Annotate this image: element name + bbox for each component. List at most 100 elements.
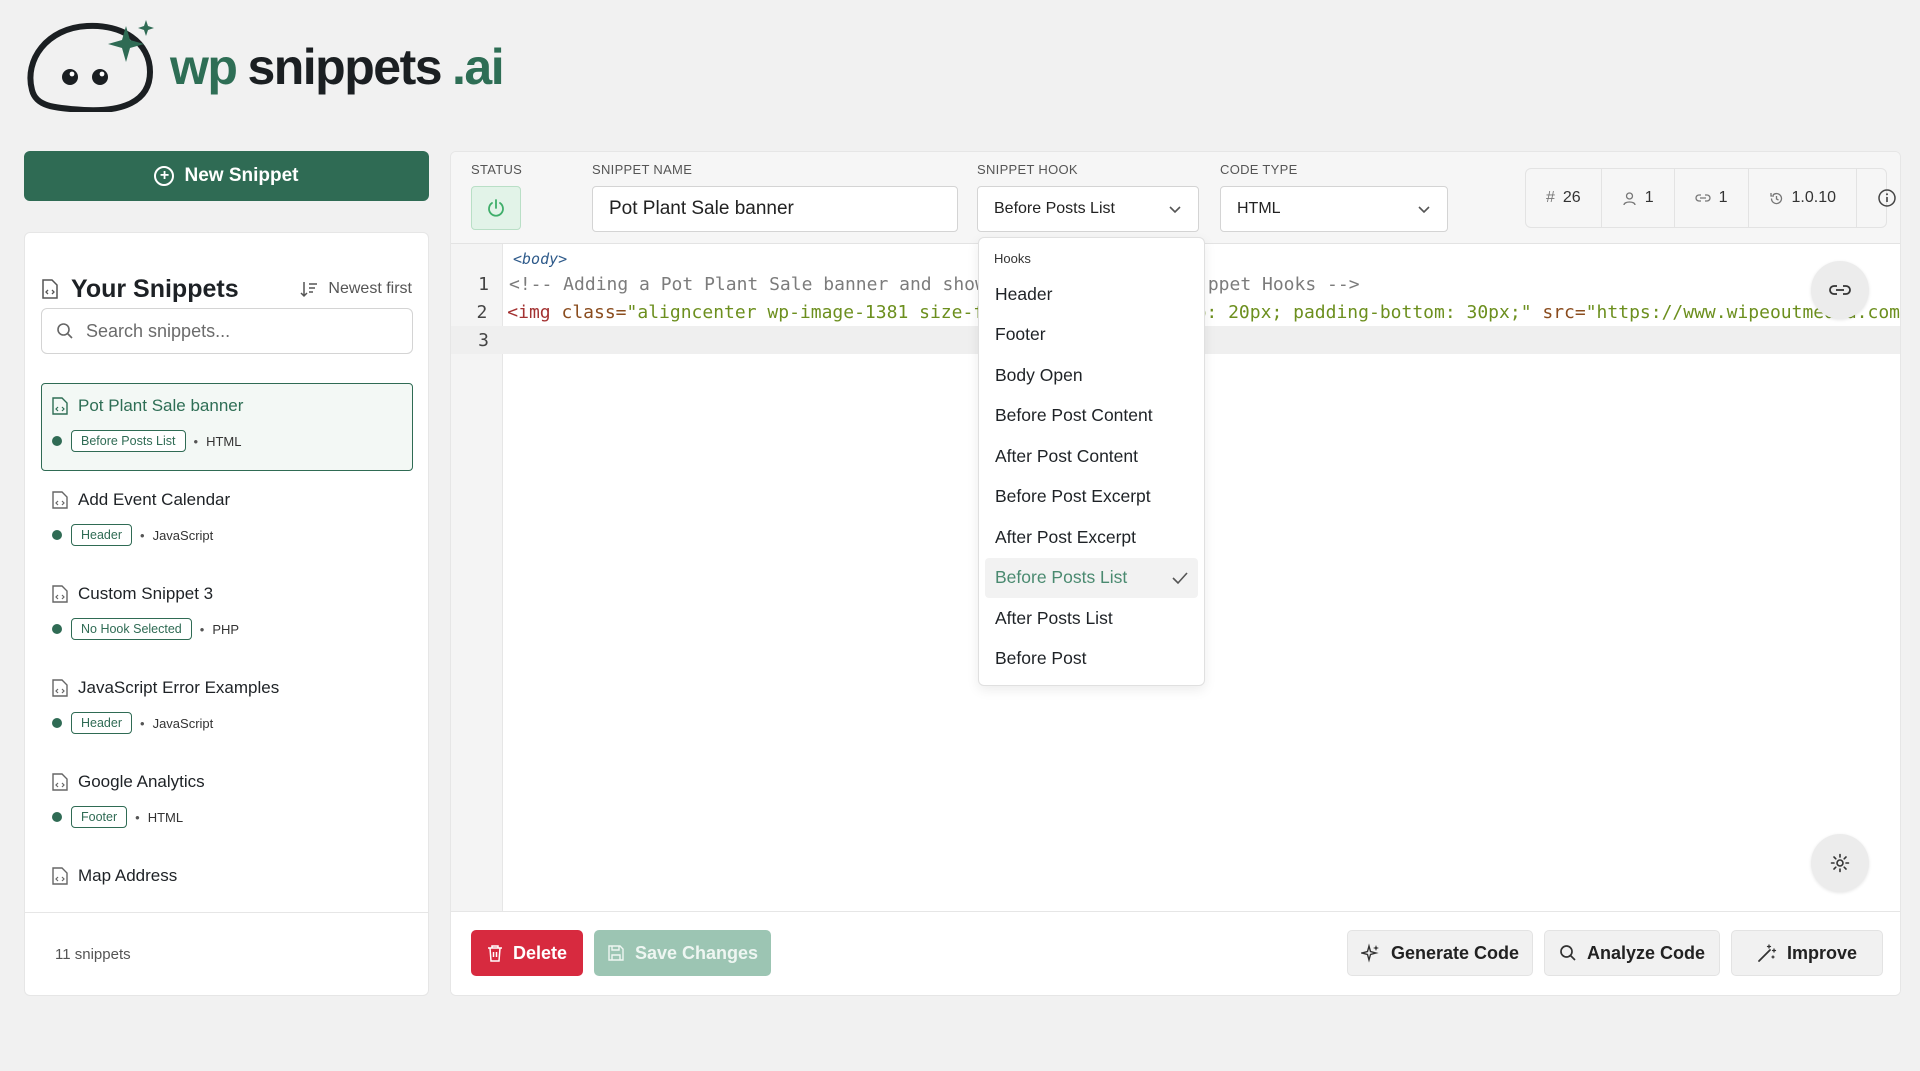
- hook-option-after-posts-list[interactable]: After Posts List: [985, 598, 1198, 639]
- hook-option-after-post-content[interactable]: After Post Content: [985, 436, 1198, 477]
- magic-wand-icon: [1758, 944, 1777, 962]
- logo: wp snippets .ai: [22, 20, 522, 112]
- sparkles-icon: [1360, 943, 1379, 963]
- hook-badge: Header: [71, 524, 132, 546]
- status-dot: [52, 530, 62, 540]
- snippet-list: Pot Plant Sale banner Before Posts List …: [41, 383, 413, 909]
- search-icon: [57, 323, 73, 339]
- snippet-stats: # 26 1 1 1.0.10: [1525, 168, 1896, 228]
- hook-option-before-posts-list[interactable]: Before Posts List: [985, 557, 1198, 598]
- file-code-icon: [52, 397, 68, 415]
- snippet-id-stat: # 26: [1526, 169, 1602, 227]
- share-link-button[interactable]: [1811, 261, 1869, 319]
- status-dot: [52, 812, 62, 822]
- status-dot: [52, 436, 62, 446]
- snippet-name: JavaScript Error Examples: [78, 678, 280, 697]
- snippets-sidebar: Your Snippets Newest first Pot Plant Sal…: [24, 232, 429, 996]
- list-item[interactable]: Pot Plant Sale banner Before Posts List …: [41, 383, 413, 471]
- snippet-name-label: SNIPPET NAME: [592, 162, 693, 177]
- chevron-down-icon: [1169, 206, 1181, 214]
- snippet-hook-label: SNIPPET HOOK: [977, 162, 1078, 177]
- file-code-icon: [52, 491, 68, 509]
- hook-option-header[interactable]: Header: [985, 274, 1198, 315]
- file-code-icon: [52, 773, 68, 791]
- search-input[interactable]: [86, 320, 386, 342]
- snippet-name: Pot Plant Sale banner: [78, 396, 244, 415]
- brand-name: wp snippets .ai: [170, 39, 505, 95]
- hash-icon: #: [1546, 189, 1555, 206]
- editor-breadcrumb: <body>: [513, 250, 568, 268]
- link-icon: [1829, 285, 1851, 295]
- snippet-toolbar: STATUS SNIPPET NAME SNIPPET HOOK Before …: [451, 152, 1900, 244]
- file-code-icon: [52, 679, 68, 697]
- power-icon: [488, 199, 504, 217]
- gear-icon: [1830, 853, 1850, 873]
- editor-settings-button[interactable]: [1811, 834, 1869, 892]
- list-item[interactable]: Custom Snippet 3 No Hook Selected • PHP: [41, 571, 413, 659]
- save-icon: [608, 945, 624, 961]
- users-stat: 1: [1602, 169, 1675, 227]
- hook-option-before-post-excerpt[interactable]: Before Post Excerpt: [985, 477, 1198, 518]
- list-item[interactable]: Google Analytics Footer • HTML: [41, 759, 413, 847]
- hook-badge: No Hook Selected: [71, 618, 192, 640]
- file-code-icon: [52, 585, 68, 603]
- analyze-code-button[interactable]: Analyze Code: [1544, 930, 1720, 976]
- logo-mascot-icon: [27, 20, 154, 112]
- hook-badge: Header: [71, 712, 132, 734]
- code-type: JavaScript: [152, 527, 214, 543]
- hook-option-body-open[interactable]: Body Open: [985, 355, 1198, 396]
- link-icon: [1695, 194, 1711, 202]
- status-label: STATUS: [471, 162, 523, 177]
- user-icon: [1623, 191, 1636, 205]
- code-type: JavaScript: [152, 715, 214, 731]
- snippet-name: Google Analytics: [78, 772, 205, 791]
- sidebar-title: Your Snippets: [71, 274, 239, 303]
- status-dot: [52, 718, 62, 728]
- hook-option-before-post[interactable]: Before Post: [985, 639, 1198, 680]
- sort-icon: [300, 282, 318, 298]
- hook-badge: Before Posts List: [71, 430, 186, 452]
- code-type: PHP: [212, 621, 240, 637]
- save-changes-button[interactable]: Save Changes: [594, 930, 771, 976]
- chevron-down-icon: [1418, 206, 1430, 214]
- snippet-name-input[interactable]: [592, 186, 958, 232]
- hook-option-before-post-content[interactable]: Before Post Content: [985, 396, 1198, 437]
- snippet-hook-select[interactable]: Before Posts List: [977, 186, 1199, 232]
- snippet-name: Custom Snippet 3: [78, 584, 214, 603]
- check-icon: [1172, 572, 1188, 584]
- file-code-icon: [42, 279, 58, 299]
- status-toggle[interactable]: [471, 186, 521, 230]
- improve-button[interactable]: Improve: [1731, 930, 1883, 976]
- code-type-label: CODE TYPE: [1220, 162, 1298, 177]
- delete-button[interactable]: Delete: [471, 930, 583, 976]
- list-item[interactable]: Add Event Calendar Header • JavaScript: [41, 477, 413, 565]
- generate-code-button[interactable]: Generate Code: [1347, 930, 1533, 976]
- sort-toggle[interactable]: Newest first: [300, 280, 412, 298]
- info-icon: [1878, 189, 1896, 207]
- snippet-name: Add Event Calendar: [78, 490, 231, 509]
- list-item[interactable]: JavaScript Error Examples Header • JavaS…: [41, 665, 413, 753]
- history-icon: [1769, 192, 1782, 204]
- hook-option-after-post-excerpt[interactable]: After Post Excerpt: [985, 517, 1198, 558]
- list-item[interactable]: Map Address: [41, 853, 413, 903]
- links-stat: 1: [1675, 169, 1749, 227]
- hook-dropdown-menu: Hooks Header Footer Body Open Before Pos…: [978, 237, 1205, 686]
- new-snippet-button[interactable]: + New Snippet: [24, 151, 429, 201]
- snippet-name: Map Address: [78, 866, 178, 885]
- status-dot: [52, 624, 62, 634]
- version-stat: 1.0.10: [1749, 169, 1857, 227]
- sidebar-header: Your Snippets Newest first: [41, 269, 412, 309]
- hook-option-footer[interactable]: Footer: [985, 315, 1198, 356]
- trash-icon: [487, 945, 502, 962]
- code-type: HTML: [147, 809, 184, 825]
- action-bar: Delete Save Changes Generate Code Analyz…: [451, 911, 1900, 995]
- file-code-icon: [52, 867, 68, 885]
- plus-circle-icon: +: [154, 166, 175, 186]
- search-box: [41, 308, 413, 354]
- hook-badge: Footer: [71, 806, 128, 828]
- code-type-select[interactable]: HTML: [1220, 186, 1448, 232]
- code-type: HTML: [206, 433, 242, 449]
- dropdown-heading: Hooks: [994, 251, 1031, 266]
- info-button[interactable]: [1857, 169, 1900, 227]
- search-icon: [1560, 945, 1576, 961]
